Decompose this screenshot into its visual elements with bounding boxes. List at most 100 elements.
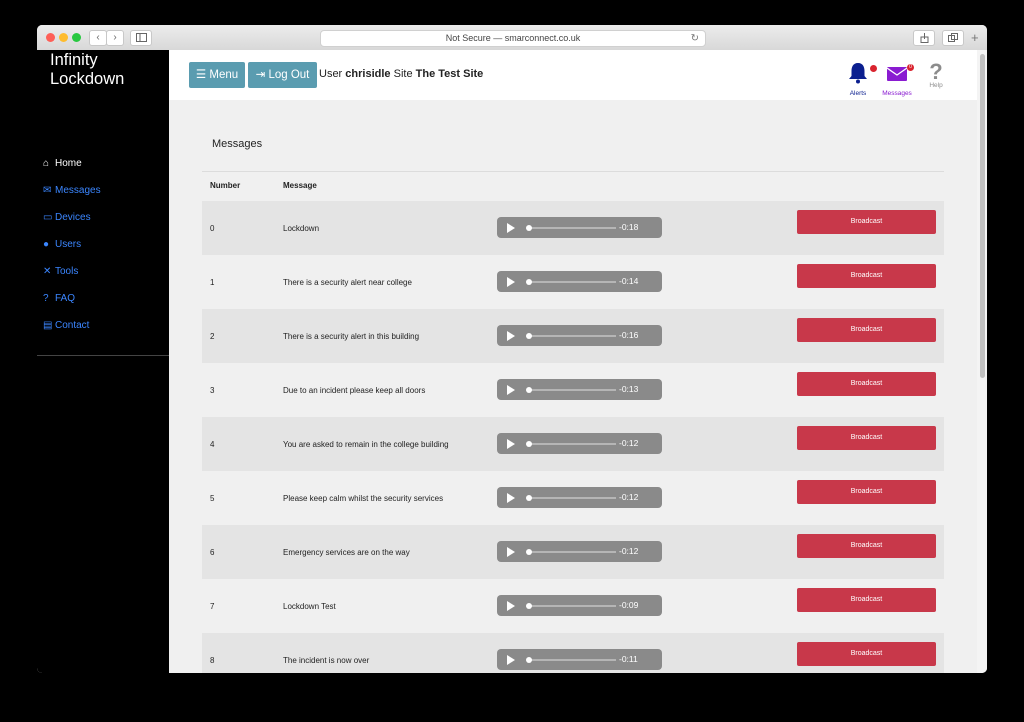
sidebar-toggle-button[interactable] xyxy=(130,30,152,46)
broadcast-button[interactable]: Broadcast xyxy=(797,264,936,288)
reload-icon[interactable]: ↻ xyxy=(691,31,699,46)
audio-progress-track[interactable] xyxy=(528,605,616,607)
sidebar-item-label: Users xyxy=(55,239,82,250)
broadcast-button[interactable]: Broadcast xyxy=(797,480,936,504)
message-text: Please keep calm whilst the security ser… xyxy=(283,494,444,503)
zoom-window-button[interactable] xyxy=(72,33,81,42)
message-text: Lockdown Test xyxy=(283,602,336,611)
audio-progress-track[interactable] xyxy=(528,335,616,337)
minimize-window-button[interactable] xyxy=(59,33,68,42)
sidebar-item-messages[interactable]: ✉ Messages xyxy=(43,184,101,211)
page-title: Messages xyxy=(212,138,263,150)
audio-progress-knob[interactable] xyxy=(526,441,532,447)
audio-progress-knob[interactable] xyxy=(526,603,532,609)
broadcast-button[interactable]: Broadcast xyxy=(797,210,936,234)
sidebar-item-devices[interactable]: ▭ Devices xyxy=(43,211,101,238)
sidebar-item-home[interactable]: ⌂ Home xyxy=(43,157,101,184)
audio-progress-track[interactable] xyxy=(528,443,616,445)
play-icon[interactable] xyxy=(507,331,515,341)
audio-progress-knob[interactable] xyxy=(526,225,532,231)
menu-button[interactable]: ☰ Menu xyxy=(189,62,245,88)
scrollbar-thumb[interactable] xyxy=(980,54,985,378)
message-number: 0 xyxy=(210,224,215,233)
audio-progress-track[interactable] xyxy=(528,497,616,499)
close-window-button[interactable] xyxy=(46,33,55,42)
broadcast-button[interactable]: Broadcast xyxy=(797,372,936,396)
play-icon[interactable] xyxy=(507,277,515,287)
sidebar-item-contact[interactable]: ▤ Contact xyxy=(43,319,101,346)
play-icon[interactable] xyxy=(507,493,515,503)
table-row: 0 Lockdown -0:18 Broadcast xyxy=(202,201,944,255)
alerts-link[interactable]: Alerts xyxy=(838,62,878,97)
question-icon: ? xyxy=(43,293,49,304)
user-site-info: User chrisidle Site The Test Site xyxy=(319,68,483,80)
audio-time-remaining: -0:09 xyxy=(619,600,639,610)
audio-progress-knob[interactable] xyxy=(526,279,532,285)
user-icon: ● xyxy=(43,239,50,250)
audio-player[interactable]: -0:11 xyxy=(497,649,662,670)
play-icon[interactable] xyxy=(507,547,515,557)
message-text: Lockdown xyxy=(283,224,320,233)
url-text: Not Secure — smarconnect.co.uk xyxy=(445,33,581,43)
audio-player[interactable]: -0:16 xyxy=(497,325,662,346)
audio-progress-track[interactable] xyxy=(528,389,616,391)
audio-progress-knob[interactable] xyxy=(526,657,532,663)
audio-player[interactable]: -0:13 xyxy=(497,379,662,400)
play-icon[interactable] xyxy=(507,655,515,665)
play-icon[interactable] xyxy=(507,601,515,611)
broadcast-button[interactable]: Broadcast xyxy=(797,534,936,558)
audio-player[interactable]: -0:14 xyxy=(497,271,662,292)
sidebar-item-tools[interactable]: ✕ Tools xyxy=(43,265,101,292)
sidebar-item-users[interactable]: ● Users xyxy=(43,238,101,265)
audio-progress-knob[interactable] xyxy=(526,333,532,339)
audio-progress-track[interactable] xyxy=(528,227,616,229)
message-text: Due to an incident please keep all doors xyxy=(283,386,426,395)
broadcast-button[interactable]: Broadcast xyxy=(797,426,936,450)
table-row: 1 There is a security alert near college -… xyxy=(202,255,944,309)
sidebar-item-faq[interactable]: ? FAQ xyxy=(43,292,101,319)
message-number: 4 xyxy=(210,440,215,449)
play-icon[interactable] xyxy=(507,385,515,395)
broadcast-button[interactable]: Broadcast xyxy=(797,642,936,666)
audio-player[interactable]: -0:12 xyxy=(497,487,662,508)
forward-button[interactable]: › xyxy=(106,30,124,46)
audio-progress-track[interactable] xyxy=(528,281,616,283)
broadcast-button[interactable]: Broadcast xyxy=(797,318,936,342)
logout-button[interactable]: ⇥ Log Out xyxy=(248,62,317,88)
sidebar-item-label: FAQ xyxy=(55,293,76,304)
message-text: Emergency services are on the way xyxy=(283,548,410,557)
help-link[interactable]: ? Help xyxy=(916,60,956,90)
table-row: 4 You are asked to remain in the college … xyxy=(202,417,944,471)
column-header-number: Number xyxy=(210,181,241,190)
tools-icon: ✕ xyxy=(43,266,52,277)
envelope-icon: ✉ xyxy=(43,185,52,196)
messages-label: Messages xyxy=(882,90,912,97)
chevron-left-icon: ‹ xyxy=(96,32,100,43)
share-button[interactable] xyxy=(913,30,935,46)
broadcast-button[interactable]: Broadcast xyxy=(797,588,936,612)
messages-link[interactable]: 0 Messages xyxy=(877,62,917,97)
audio-progress-knob[interactable] xyxy=(526,549,532,555)
page-scrollbar[interactable] xyxy=(977,50,987,673)
tabs-overview-button[interactable] xyxy=(942,30,964,46)
sidebar-item-label: Devices xyxy=(55,212,91,223)
site-prefix: Site xyxy=(393,68,413,80)
play-icon[interactable] xyxy=(507,223,515,233)
laptop-icon: ▭ xyxy=(43,212,53,223)
messages-count-badge: 0 xyxy=(907,64,914,71)
audio-progress-knob[interactable] xyxy=(526,387,532,393)
play-icon[interactable] xyxy=(507,439,515,449)
audio-progress-track[interactable] xyxy=(528,659,616,661)
back-button[interactable]: ‹ xyxy=(89,30,107,46)
address-bar[interactable]: Not Secure — smarconnect.co.uk ↻ xyxy=(320,30,706,47)
audio-player[interactable]: -0:18 xyxy=(497,217,662,238)
audio-player[interactable]: -0:09 xyxy=(497,595,662,616)
audio-progress-track[interactable] xyxy=(528,551,616,553)
audio-player[interactable]: -0:12 xyxy=(497,433,662,454)
new-tab-button[interactable]: + xyxy=(971,30,979,45)
user-prefix: User xyxy=(319,68,343,80)
audio-player[interactable]: -0:12 xyxy=(497,541,662,562)
audio-progress-knob[interactable] xyxy=(526,495,532,501)
brand-logo-text[interactable]: Infinity Lockdown xyxy=(50,51,124,89)
message-text: You are asked to remain in the college b… xyxy=(283,440,449,449)
